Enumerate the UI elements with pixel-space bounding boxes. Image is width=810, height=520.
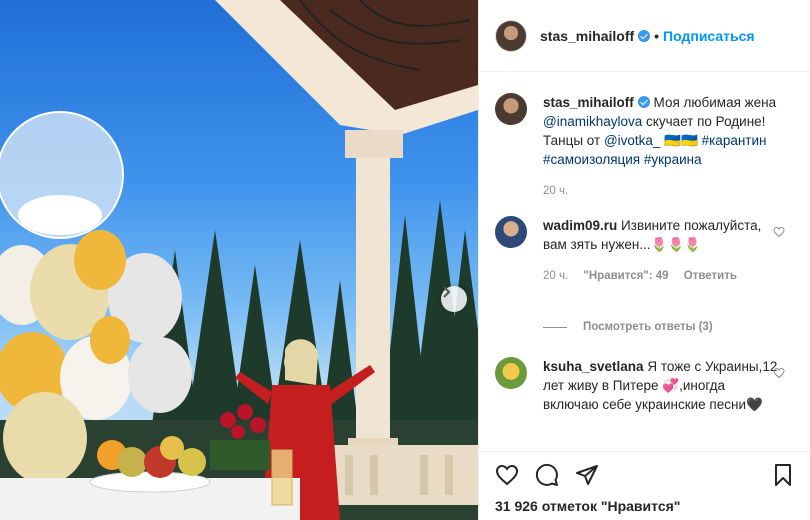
chevron-right-icon	[443, 286, 451, 298]
comment-icon	[535, 463, 558, 486]
verified-badge-icon	[637, 96, 650, 108]
comment-username[interactable]: wadim09.ru	[543, 218, 617, 233]
post-side-panel: stas_mihailoff • Подписаться stas_mihailof…	[478, 0, 810, 520]
mention-link-2[interactable]: @ivotka_	[604, 133, 660, 148]
comment-button[interactable]	[535, 463, 559, 487]
bookmark-icon	[775, 464, 791, 486]
separator-dot: •	[654, 27, 660, 44]
share-icon	[576, 465, 598, 485]
post-photo	[0, 0, 478, 520]
comment-item: ksuha_svetlana Я тоже с Украины,12 лет ж…	[479, 357, 810, 414]
comment-like-heart-icon[interactable]	[773, 226, 785, 238]
mention-link[interactable]: @inamikhaylova	[543, 114, 642, 129]
comment-likes[interactable]: "Нравится": 49	[583, 270, 668, 282]
comment-item: wadim09.ru Извините пожалуйста, вам зять…	[479, 216, 810, 286]
like-button[interactable]	[495, 463, 519, 487]
comment-time[interactable]: 20 ч.	[543, 270, 568, 282]
follow-button[interactable]: Подписаться	[663, 28, 755, 44]
caption: stas_mihailoff Моя любимая жена @inamikh…	[479, 93, 810, 201]
comments-list[interactable]: stas_mihailoff Моя любимая жена @inamikh…	[479, 73, 810, 451]
heart-icon	[495, 464, 519, 486]
post-media[interactable]	[0, 0, 478, 520]
commenter-avatar[interactable]	[495, 216, 527, 248]
caption-text: Моя любимая жена	[653, 95, 777, 110]
view-replies-button[interactable]: Посмотреть ответы (3)	[543, 321, 713, 333]
hashtag-link-3[interactable]: #украина	[644, 152, 702, 167]
commenter-avatar[interactable]	[495, 357, 527, 389]
caption-time[interactable]: 20 ч.	[543, 185, 568, 197]
caption-emoji: 🇺🇦🇺🇦	[664, 133, 698, 148]
caption-avatar[interactable]	[495, 93, 527, 125]
author-username[interactable]: stas_mihailoff	[540, 28, 634, 44]
comment-username[interactable]: ksuha_svetlana	[543, 359, 644, 374]
comment-like-heart-icon[interactable]	[773, 367, 785, 379]
likes-count[interactable]: 31 926 отметок "Нравится"	[495, 498, 795, 514]
next-photo-button[interactable]	[441, 286, 467, 312]
reply-button[interactable]: Ответить	[684, 270, 737, 282]
author-avatar[interactable]	[495, 19, 527, 52]
save-button[interactable]	[771, 463, 795, 487]
view-replies-label: Посмотреть ответы (3)	[583, 321, 713, 333]
hashtag-link[interactable]: #карантин	[702, 133, 767, 148]
hashtag-link-2[interactable]: #самоизоляция	[543, 152, 640, 167]
post-actions: 31 926 отметок "Нравится"	[479, 451, 810, 514]
caption-username[interactable]: stas_mihailoff	[543, 95, 634, 110]
replies-divider	[543, 326, 567, 328]
share-button[interactable]	[575, 463, 599, 487]
verified-badge-icon	[638, 29, 651, 42]
post-header: stas_mihailoff • Подписаться	[479, 0, 810, 72]
